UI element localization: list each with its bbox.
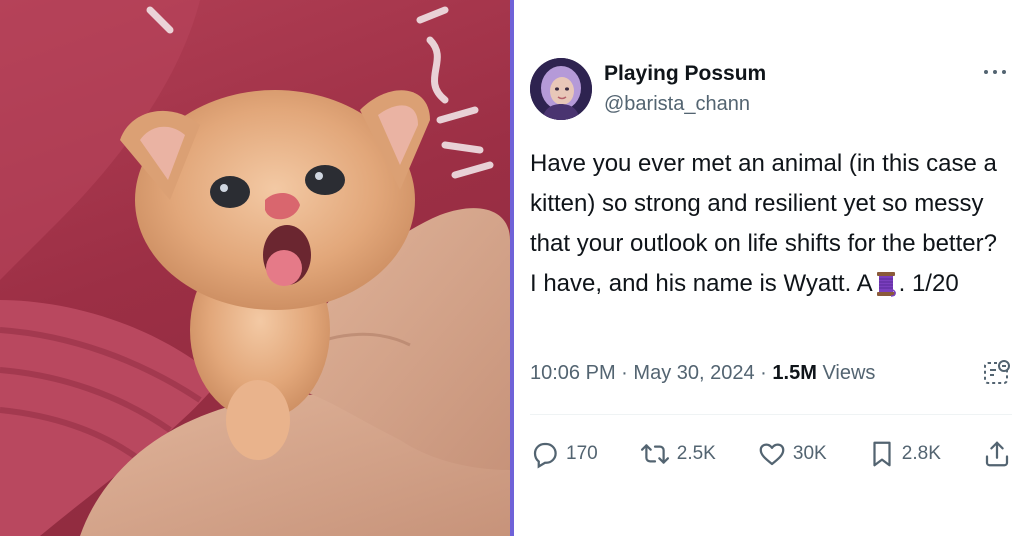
tweet-card: Playing Possum @barista_chann Have you e… [514,0,1024,536]
kitten-photo [0,0,510,536]
repost-button[interactable]: 2.5K [639,439,716,469]
user-handle[interactable]: @barista_chann [604,93,750,116]
reply-button[interactable]: 170 [530,439,598,469]
meta-separator: · [621,362,628,384]
spool-of-thread-icon [875,270,897,310]
display-name[interactable]: Playing Possum [604,62,766,86]
views-label: Views [822,362,876,384]
heart-icon [759,443,785,466]
like-count: 30K [792,443,827,464]
repost-icon [640,444,669,464]
profile-picture [530,58,592,120]
tweet-actions: 170 2.5K 30K 2.8K [530,436,1012,472]
avatar[interactable] [530,58,592,120]
tweet-meta: 10:06 PM · May 30, 2024 · 1.5M Views [530,362,875,385]
reply-count: 170 [566,443,598,464]
analytics-icon[interactable] [982,358,1012,388]
tweet-date[interactable]: May 30, 2024 [633,362,754,384]
meta-separator: · [760,362,767,384]
tweet-text-thread-count: . 1/20 [898,270,959,297]
more-options-icon[interactable] [980,64,1010,80]
kitten-illustration [0,0,510,536]
share-icon [985,441,1009,467]
reply-icon [533,442,557,469]
bookmark-button[interactable]: 2.8K [868,439,941,469]
actions-divider [530,414,1012,415]
share-button[interactable] [982,439,1012,469]
tweet-text: Have you ever met an animal (in this cas… [530,144,1000,310]
bookmark-icon [873,441,891,467]
repost-count: 2.5K [676,443,716,464]
tweet-time[interactable]: 10:06 PM [530,362,616,384]
bookmark-count: 2.8K [901,443,941,464]
like-button[interactable]: 30K [757,439,827,469]
views-count: 1.5M [772,362,817,384]
